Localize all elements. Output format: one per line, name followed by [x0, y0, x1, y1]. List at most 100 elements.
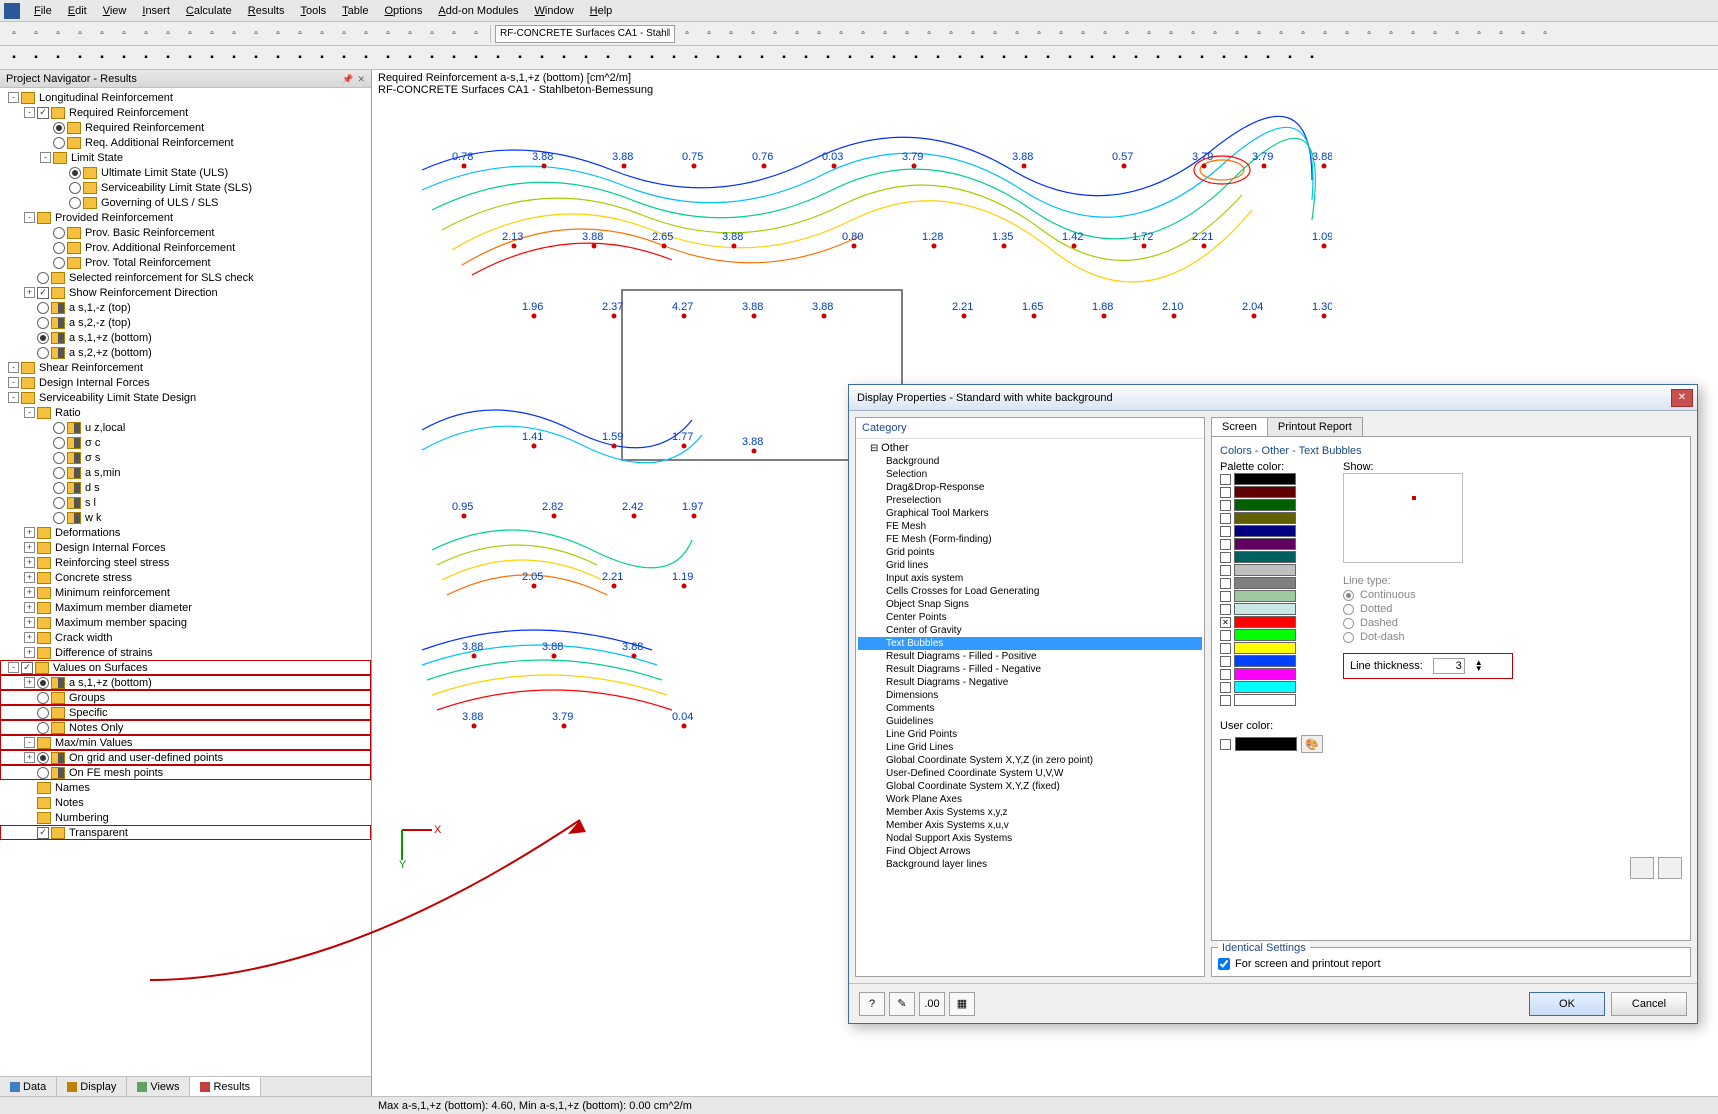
- expander-icon[interactable]: [24, 812, 35, 823]
- tree-node[interactable]: On FE mesh points: [0, 765, 371, 780]
- category-item[interactable]: Find Object Arrows: [858, 845, 1202, 858]
- palette-checkbox[interactable]: [1220, 474, 1231, 485]
- toolbar-button[interactable]: ▪: [26, 48, 46, 68]
- tree-node[interactable]: +Maximum member diameter: [0, 600, 371, 615]
- toolbar-button[interactable]: ▫: [1535, 24, 1555, 44]
- toolbar-button[interactable]: ▪: [466, 48, 486, 68]
- palette-checkbox[interactable]: [1220, 695, 1231, 706]
- tree-node[interactable]: Groups: [0, 690, 371, 705]
- palette-row[interactable]: [1220, 603, 1323, 615]
- toolbar-button[interactable]: ▪: [928, 48, 948, 68]
- tree-node[interactable]: -Shear Reinforcement: [0, 360, 371, 375]
- toolbar-button[interactable]: ▫: [334, 24, 354, 44]
- category-item[interactable]: FE Mesh: [858, 520, 1202, 533]
- palette-checkbox[interactable]: [1220, 630, 1231, 641]
- tree-node[interactable]: -✓Required Reinforcement: [0, 105, 371, 120]
- palette-row[interactable]: [1220, 473, 1323, 485]
- toolbar-button[interactable]: ▪: [1148, 48, 1168, 68]
- expander-icon[interactable]: [40, 122, 51, 133]
- toolbar-button[interactable]: ▪: [686, 48, 706, 68]
- tree-node[interactable]: -Limit State: [0, 150, 371, 165]
- menu-add-on modules[interactable]: Add-on Modules: [430, 5, 526, 17]
- toolbar-button[interactable]: ▪: [972, 48, 992, 68]
- close-button[interactable]: ✕: [1671, 389, 1693, 407]
- toolbar-button[interactable]: ▫: [941, 24, 961, 44]
- expander-icon[interactable]: -: [8, 392, 19, 403]
- category-item[interactable]: Line Grid Lines: [858, 741, 1202, 754]
- toolbar-button[interactable]: ▪: [664, 48, 684, 68]
- tree-node[interactable]: Prov. Additional Reinforcement: [0, 240, 371, 255]
- radio-icon[interactable]: [53, 137, 65, 149]
- toolbar-button[interactable]: ▫: [1139, 24, 1159, 44]
- tree-node[interactable]: -Design Internal Forces: [0, 375, 371, 390]
- palette-row[interactable]: [1220, 629, 1323, 641]
- toolbar-button[interactable]: ▫: [290, 24, 310, 44]
- tree-node[interactable]: a s,1,-z (top): [0, 300, 371, 315]
- radio-icon[interactable]: [37, 317, 49, 329]
- toolbar-button[interactable]: ▪: [48, 48, 68, 68]
- expander-icon[interactable]: +: [24, 557, 35, 568]
- expander-icon[interactable]: -: [8, 362, 19, 373]
- toolbar-button[interactable]: ▪: [620, 48, 640, 68]
- palette-checkbox[interactable]: [1220, 669, 1231, 680]
- color-palette[interactable]: ✕: [1220, 473, 1323, 706]
- palette-checkbox[interactable]: [1220, 656, 1231, 667]
- expander-icon[interactable]: +: [24, 752, 35, 763]
- palette-row[interactable]: ✕: [1220, 616, 1323, 628]
- color-swatch[interactable]: [1234, 525, 1296, 537]
- category-item[interactable]: Global Coordinate System X,Y,Z (fixed): [858, 780, 1202, 793]
- color-swatch[interactable]: [1234, 564, 1296, 576]
- color-swatch[interactable]: [1234, 538, 1296, 550]
- tree-node[interactable]: Numbering: [0, 810, 371, 825]
- tree-node[interactable]: a s,2,-z (top): [0, 315, 371, 330]
- tree-node[interactable]: -Ratio: [0, 405, 371, 420]
- category-item[interactable]: Text Bubbles: [858, 637, 1202, 650]
- menubar[interactable]: FileEditViewInsertCalculateResultsToolsT…: [0, 0, 1718, 22]
- toolbar-button[interactable]: ▪: [4, 48, 24, 68]
- palette-checkbox[interactable]: [1220, 643, 1231, 654]
- toolbar-button[interactable]: ▫: [92, 24, 112, 44]
- tree-node[interactable]: ✓Transparent: [0, 825, 371, 840]
- radio-icon[interactable]: [53, 242, 65, 254]
- toolbar-button[interactable]: ▪: [1280, 48, 1300, 68]
- ok-button[interactable]: OK: [1529, 992, 1605, 1016]
- menu-edit[interactable]: Edit: [60, 5, 95, 17]
- expander-icon[interactable]: +: [24, 677, 35, 688]
- menu-tools[interactable]: Tools: [292, 5, 334, 17]
- toolbar-button[interactable]: ▫: [466, 24, 486, 44]
- toolbar-button[interactable]: ▫: [268, 24, 288, 44]
- expander-icon[interactable]: [40, 497, 51, 508]
- linetype-option[interactable]: Dashed: [1343, 617, 1513, 629]
- toolbar-button[interactable]: ▫: [70, 24, 90, 44]
- radio-icon[interactable]: [1343, 632, 1354, 643]
- expander-icon[interactable]: [40, 257, 51, 268]
- toolbar-button[interactable]: ▪: [290, 48, 310, 68]
- tree-node[interactable]: a s,min: [0, 465, 371, 480]
- dialog-tab[interactable]: Screen: [1211, 417, 1268, 436]
- toolbar-button[interactable]: ▪: [1302, 48, 1322, 68]
- toolbar-button[interactable]: ▪: [554, 48, 574, 68]
- tree-node[interactable]: Required Reinforcement: [0, 120, 371, 135]
- radio-icon[interactable]: [53, 437, 65, 449]
- radio-icon[interactable]: [53, 257, 65, 269]
- toolbar-button[interactable]: ▪: [1082, 48, 1102, 68]
- palette-row[interactable]: [1220, 577, 1323, 589]
- expander-icon[interactable]: [24, 317, 35, 328]
- checkbox-icon[interactable]: ✓: [21, 662, 33, 674]
- expander-icon[interactable]: +: [24, 542, 35, 553]
- radio-icon[interactable]: [69, 182, 81, 194]
- expander-icon[interactable]: [40, 227, 51, 238]
- expander-icon[interactable]: +: [24, 647, 35, 658]
- toolbar-button[interactable]: ▫: [1381, 24, 1401, 44]
- pin-icon[interactable]: 📌: [342, 74, 353, 84]
- nav-tab-data[interactable]: Data: [0, 1077, 57, 1096]
- category-item[interactable]: Cells Crosses for Load Generating: [858, 585, 1202, 598]
- tree-node[interactable]: Names: [0, 780, 371, 795]
- radio-icon[interactable]: [37, 302, 49, 314]
- menu-file[interactable]: File: [26, 5, 60, 17]
- color-swatch[interactable]: [1234, 616, 1296, 628]
- toolbar-button[interactable]: ▪: [1038, 48, 1058, 68]
- category-item[interactable]: Preselection: [858, 494, 1202, 507]
- navigator-tree[interactable]: -Longitudinal Reinforcement-✓Required Re…: [0, 88, 371, 1076]
- toolbar-button[interactable]: ▫: [378, 24, 398, 44]
